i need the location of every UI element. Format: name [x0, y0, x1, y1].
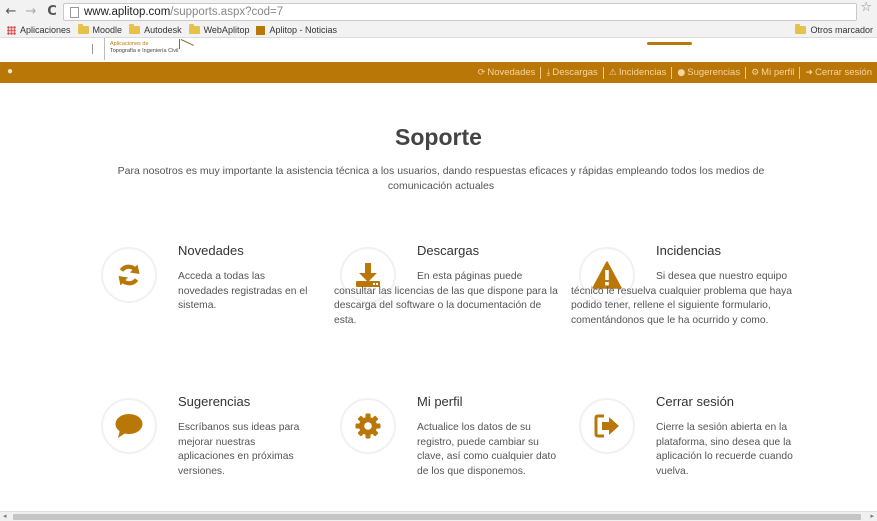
- bookmark-aplicaciones[interactable]: Aplicaciones: [7, 25, 71, 35]
- site-header: Aplicaciones de Topografía e Ingeniería …: [0, 38, 877, 62]
- mi-perfil-icon-circle[interactable]: [340, 398, 396, 454]
- nav-label: Cerrar sesión: [814, 67, 872, 78]
- folder-icon: [795, 24, 807, 34]
- folder-icon: [129, 24, 141, 34]
- logo-line2: Topografía e Ingeniería Civil: [110, 48, 179, 54]
- cerrar-sesion-title[interactable]: Cerrar sesión: [656, 394, 734, 409]
- nav-mi-perfil[interactable]: ⚙ Mi perfil: [746, 67, 799, 78]
- logo-flag-icon: [179, 39, 197, 49]
- nav-descargas[interactable]: ⤓ Descargas: [541, 67, 602, 78]
- refresh-icon: ⟳: [477, 67, 486, 78]
- page-icon: [70, 6, 79, 18]
- scroll-right-icon[interactable]: ▸: [870, 512, 874, 520]
- user-icon[interactable]: ●: [7, 66, 13, 77]
- gear-icon: ⚙: [751, 67, 760, 78]
- aplitop-logo[interactable]: Aplicaciones de Topografía e Ingeniería …: [104, 38, 196, 60]
- nav-sugerencias[interactable]: ● Sugerencias: [672, 67, 745, 78]
- nav-novedades[interactable]: ⟳ Novedades: [473, 67, 541, 78]
- comment-icon: [115, 414, 143, 438]
- cerrar-sesion-description: Cierre la sesión abierta en la plataform…: [656, 422, 793, 477]
- descargas-title[interactable]: Descargas: [417, 243, 479, 258]
- bookmark-webaplitop[interactable]: WebAplitop: [188, 24, 250, 35]
- nav-label: Incidencias: [618, 67, 667, 78]
- folder-icon: [188, 24, 200, 34]
- other-bookmarks[interactable]: Otros marcador: [795, 24, 873, 35]
- url-path: /supports.aspx?cod=7: [170, 6, 284, 18]
- bookmark-label: Autodesk: [144, 25, 182, 35]
- folder-icon: [77, 24, 89, 34]
- sugerencias-title[interactable]: Sugerencias: [178, 394, 250, 409]
- cerrar-sesion-icon-circle[interactable]: [579, 398, 635, 454]
- nav-label: Novedades: [487, 67, 536, 78]
- mi-perfil-description: Actualice los datos de su registro, pued…: [417, 422, 557, 477]
- apps-grid-icon: [7, 25, 16, 35]
- aplitop-icon: [256, 25, 266, 35]
- refresh-icon: [118, 264, 140, 286]
- horizontal-scrollbar[interactable]: ◂ ▸: [0, 511, 877, 521]
- main-navbar: ● ⟳ Novedades ⤓ Descargas ⚠ Incidencias ● Su…: [0, 62, 877, 83]
- back-arrow-icon[interactable]: ←: [4, 4, 18, 19]
- sign-out-icon: [594, 414, 619, 438]
- incidencias-title[interactable]: Incidencias: [656, 243, 721, 258]
- nav-label: Descargas: [552, 67, 598, 78]
- nav-cerrar-sesion[interactable]: ➜ Cerrar sesión: [800, 67, 877, 78]
- gear-icon: [355, 413, 381, 439]
- bookmark-label: Moodle: [92, 25, 123, 35]
- intro-text: Para nosotros es muy importante la asist…: [117, 165, 765, 192]
- scrollbar-thumb[interactable]: [13, 514, 861, 520]
- bookmark-aplitop-noticias[interactable]: Aplitop - Noticias: [256, 25, 337, 35]
- page-title: Soporte: [395, 124, 482, 150]
- nav-links: ⟳ Novedades ⤓ Descargas ⚠ Incidencias ● Suge…: [473, 62, 877, 83]
- novedades-icon-circle[interactable]: [101, 247, 157, 303]
- other-bookmarks-label: Otros marcador: [810, 25, 873, 35]
- browser-toolbar: ← → C www.aplitop.com/supports.aspx?cod=…: [0, 0, 877, 23]
- novedades-description: Acceda a todas las novedades registradas…: [178, 271, 308, 311]
- bookmark-star-icon[interactable]: ☆: [860, 0, 872, 15]
- forward-arrow-icon[interactable]: →: [24, 4, 38, 19]
- descargas-description: En esta páginas puede consultar las lice…: [334, 271, 558, 326]
- address-bar[interactable]: www.aplitop.com/supports.aspx?cod=7: [63, 3, 857, 21]
- nav-label: Mi perfil: [761, 67, 795, 78]
- bookmark-label: Aplitop - Noticias: [269, 25, 337, 35]
- logo-line1: Aplicaciones de: [110, 41, 149, 47]
- download-icon: ⤓: [546, 67, 551, 78]
- bookmark-autodesk[interactable]: Autodesk: [129, 24, 182, 35]
- url-host: www.aplitop.com: [84, 6, 171, 18]
- scroll-left-icon[interactable]: ◂: [3, 512, 7, 520]
- comment-icon: ●: [677, 67, 686, 78]
- header-divider: [92, 44, 93, 54]
- novedades-title[interactable]: Novedades: [178, 243, 244, 258]
- sign-out-icon: ➜: [805, 67, 813, 78]
- bookmark-moodle[interactable]: Moodle: [77, 24, 123, 35]
- nav-label: Sugerencias: [687, 67, 741, 78]
- incidencias-description: Si desea que nuestro equipo técnico le r…: [571, 271, 792, 326]
- header-accent: [647, 42, 692, 45]
- bookmark-label: Aplicaciones: [20, 25, 71, 35]
- bookmarks-bar: Aplicaciones Moodle Autodesk WebAplitop …: [0, 23, 877, 38]
- sugerencias-description: Escríbanos sus ideas para mejorar nuestr…: [178, 422, 300, 477]
- nav-incidencias[interactable]: ⚠ Incidencias: [604, 67, 672, 78]
- reload-icon[interactable]: C: [45, 4, 59, 19]
- bookmark-label: WebAplitop: [203, 25, 250, 35]
- warning-icon: ⚠: [608, 67, 617, 78]
- mi-perfil-title[interactable]: Mi perfil: [417, 394, 463, 409]
- sugerencias-icon-circle[interactable]: [101, 398, 157, 454]
